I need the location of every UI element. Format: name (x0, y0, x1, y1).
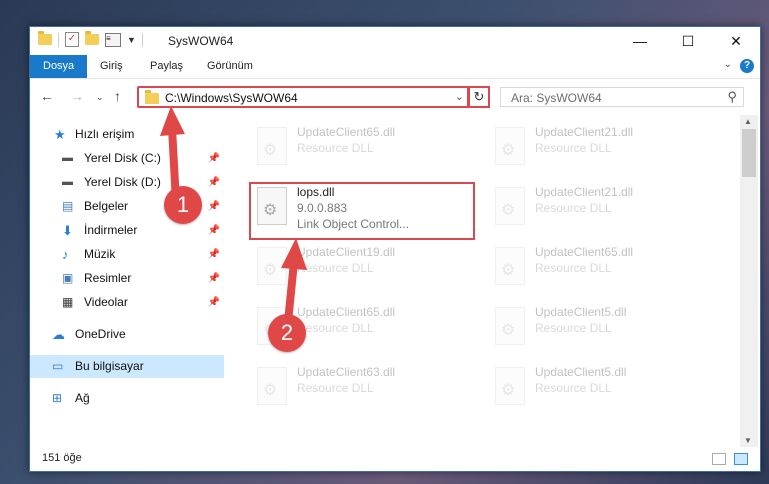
annotation-arrows (160, 106, 307, 323)
arrow-1-head (160, 106, 185, 136)
step-1-badge: 1 (164, 186, 202, 224)
arrow-2-head (281, 238, 307, 270)
step-2-badge: 2 (268, 314, 306, 352)
arrow-2-shaft (284, 261, 298, 323)
